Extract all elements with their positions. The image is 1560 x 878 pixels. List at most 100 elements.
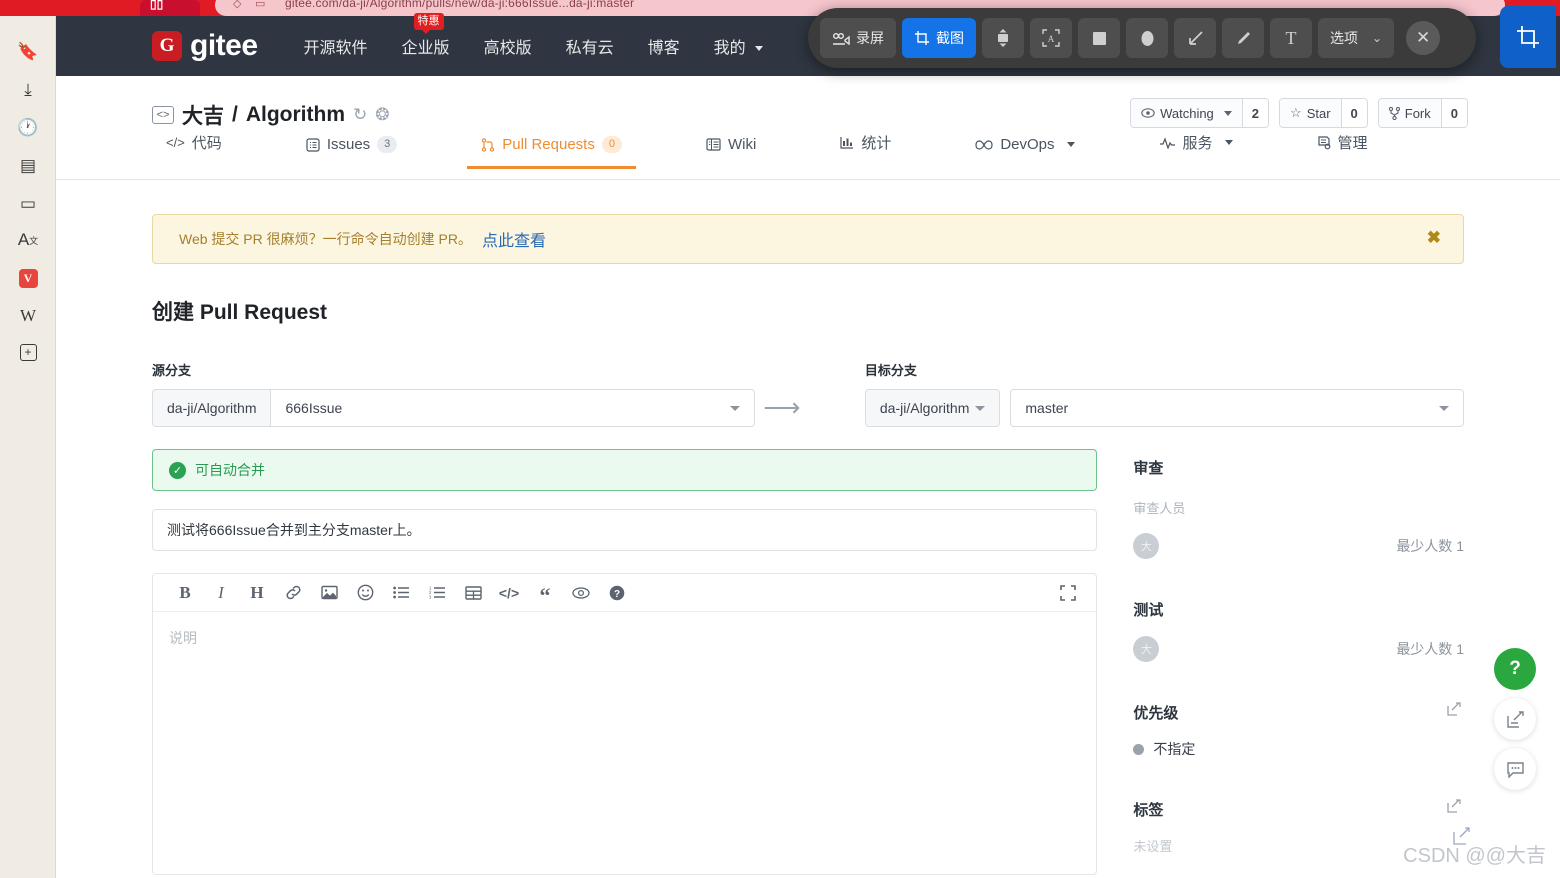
add-panel-icon[interactable]: + <box>14 338 42 366</box>
star-main[interactable]: ☆ Star <box>1280 99 1341 127</box>
star-button[interactable]: ☆ Star 0 <box>1279 98 1368 128</box>
target-repo-select[interactable]: da-ji/Algorithm <box>864 389 1001 427</box>
screenshot-button[interactable]: 截图 <box>902 18 976 58</box>
help-fab[interactable]: ? <box>1494 648 1536 690</box>
target-branch-select[interactable]: master <box>1010 389 1464 427</box>
watch-main[interactable]: Watching <box>1131 99 1242 127</box>
heading-icon[interactable]: H <box>239 579 275 607</box>
star-label: Star <box>1306 105 1331 121</box>
vivaldi-icon[interactable]: V <box>14 264 42 292</box>
svg-text:3: 3 <box>429 595 432 600</box>
notes-icon[interactable]: ▤ <box>14 152 42 180</box>
ellipse-tool-button[interactable] <box>1126 18 1168 58</box>
table-icon[interactable] <box>455 579 491 607</box>
close-icon[interactable]: ✖ <box>1427 228 1441 248</box>
browser-tab[interactable]: ▯▯ <box>140 0 200 16</box>
tab-devops[interactable]: DevOps <box>961 136 1088 169</box>
wikipedia-icon[interactable]: W <box>14 302 42 330</box>
tab-pull-requests[interactable]: Pull Requests 0 <box>467 136 636 169</box>
ocr-capture-button[interactable]: A <box>1030 18 1072 58</box>
gitee-logo-text: gitee <box>190 29 258 62</box>
edit-icon[interactable] <box>1446 798 1462 817</box>
promo-alert: Web 提交 PR 很麻烦？一行命令自动创建 PR。 点此查看 ✖ <box>152 214 1464 264</box>
bullet-list-icon[interactable] <box>383 579 419 607</box>
tab-wiki[interactable]: Wiki <box>692 136 770 169</box>
gitee-logo[interactable]: G gitee <box>152 29 258 63</box>
preview-icon[interactable] <box>563 579 599 607</box>
downloads-icon[interactable]: ⤓ <box>14 76 42 104</box>
crop-icon <box>915 31 929 45</box>
watch-button[interactable]: Watching 2 <box>1130 98 1270 128</box>
options-button[interactable]: 选项 ⌄ <box>1318 18 1395 58</box>
chat-fab[interactable] <box>1494 748 1536 790</box>
tab-code[interactable]: </> 代码 <box>152 132 236 169</box>
alert-link[interactable]: 点此查看 <box>482 227 546 251</box>
scroll-capture-icon <box>998 29 1008 47</box>
test-min-count: 最少人数 1 <box>1396 641 1464 657</box>
window-panel-icon[interactable]: ▭ <box>14 190 42 218</box>
target-branch-group: 目标分支 da-ji/Algorithm master <box>864 360 1464 427</box>
help-icon[interactable]: ? <box>599 579 635 607</box>
nav-label: 私有云 <box>565 40 614 57</box>
quote-icon[interactable]: “ <box>527 579 563 607</box>
nav-item-blog[interactable]: 博客 <box>648 34 680 58</box>
tab-label: Wiki <box>727 136 757 153</box>
page-title: 创建 Pull Request <box>152 301 328 324</box>
tab-service[interactable]: 服务 <box>1145 132 1247 169</box>
fork-label: Fork <box>1404 105 1431 121</box>
italic-icon[interactable]: I <box>203 579 239 607</box>
check-circle-icon: ✓ <box>169 461 186 479</box>
text-tool-button[interactable]: T <box>1270 18 1312 58</box>
bookmarks-icon[interactable]: 🔖 <box>14 38 42 66</box>
arrow-tool-button[interactable] <box>1174 18 1216 58</box>
chevron-down-icon <box>975 405 986 411</box>
reviewer-label: 审查人员 <box>1133 501 1186 516</box>
close-toolbar-button[interactable]: ✕ <box>1406 21 1441 55</box>
bold-icon[interactable]: B <box>167 579 203 607</box>
nav-item-education[interactable]: 高校版 <box>484 34 532 58</box>
nav-item-enterprise[interactable]: 特惠 企业版 <box>402 13 450 58</box>
tab-icon: ▯▯ <box>150 0 164 11</box>
source-branch-select[interactable]: 666Issue <box>270 389 755 427</box>
edit-icon[interactable] <box>1446 701 1462 720</box>
editor-toolbar: B I H 1 2 3 </> “ ? <box>153 574 1097 612</box>
star-count[interactable]: 0 <box>1340 99 1367 127</box>
record-screen-button[interactable]: 录屏 <box>820 18 896 58</box>
pr-title-input[interactable]: 测试将666Issue合并到主分支master上。 <box>152 509 1098 551</box>
watch-count[interactable]: 2 <box>1241 99 1269 127</box>
rectangle-tool-button[interactable] <box>1078 18 1120 58</box>
nav-label: 高校版 <box>483 40 532 57</box>
avatar[interactable]: 大 <box>1133 533 1160 559</box>
code-icon[interactable]: </> <box>491 579 527 607</box>
tab-manage[interactable]: 管理 <box>1303 132 1382 169</box>
tab-issues[interactable]: Issues 3 <box>292 136 411 169</box>
crop-capture-button[interactable] <box>1500 6 1556 68</box>
pen-tool-button[interactable] <box>1222 18 1264 58</box>
link-icon[interactable] <box>275 579 311 607</box>
tab-stats[interactable]: 统计 <box>826 132 905 169</box>
description-textarea[interactable]: 说明 <box>153 612 1096 874</box>
history-icon[interactable]: 🕐 <box>14 114 42 142</box>
fork-button[interactable]: Fork 0 <box>1377 98 1468 128</box>
nav-item-opensource[interactable]: 开源软件 <box>304 34 368 58</box>
pr-title-value: 测试将666Issue合并到主分支master上。 <box>167 522 421 538</box>
nav-item-privatecloud[interactable]: 私有云 <box>566 34 614 58</box>
fork-count[interactable]: 0 <box>1440 99 1467 127</box>
nav-item-mine[interactable]: 我的 <box>714 34 764 58</box>
arrow-icon <box>1188 30 1203 45</box>
repo-name[interactable]: Algorithm <box>246 103 345 127</box>
feedback-fab[interactable] <box>1494 698 1536 740</box>
translate-icon[interactable]: A文 <box>14 226 42 254</box>
emoji-icon[interactable] <box>347 579 383 607</box>
question-icon: ? <box>1509 658 1521 679</box>
scroll-capture-button[interactable] <box>982 18 1024 58</box>
pen-icon <box>1237 31 1250 44</box>
tab-label: Pull Requests <box>502 136 595 153</box>
fork-main[interactable]: Fork <box>1378 99 1441 127</box>
expand-icon[interactable] <box>1050 579 1086 607</box>
repo-owner[interactable]: 大吉 <box>182 100 224 130</box>
repo-tabs: </> 代码 Issues 3 Pull Requests 0 Wiki 统计 … <box>152 132 1438 169</box>
numbered-list-icon[interactable]: 123 <box>419 579 455 607</box>
avatar[interactable]: 大 <box>1133 636 1160 662</box>
image-icon[interactable] <box>311 579 347 607</box>
